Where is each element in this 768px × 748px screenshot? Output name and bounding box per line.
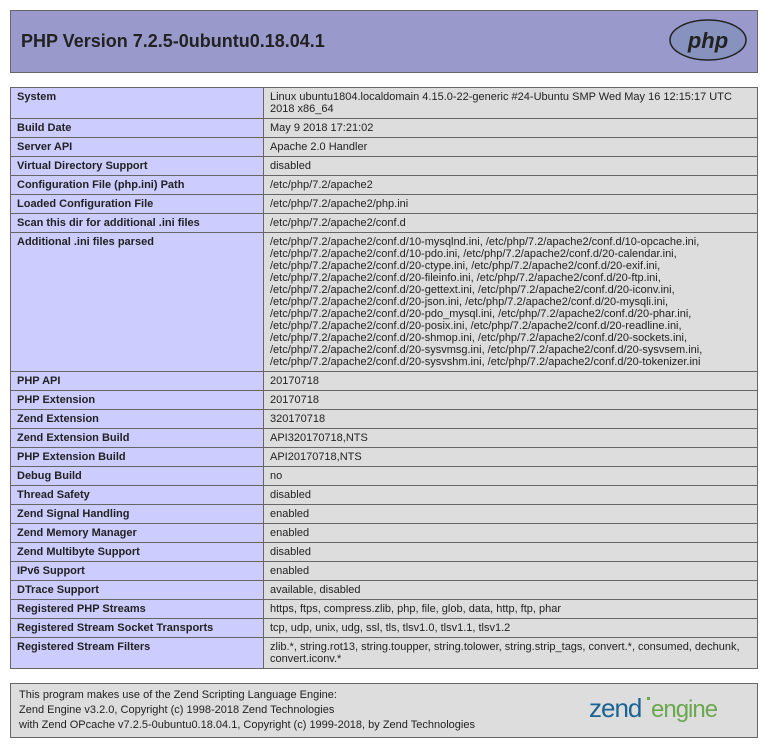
- table-row: Virtual Directory Supportdisabled: [11, 157, 758, 176]
- row-value: available, disabled: [264, 581, 758, 600]
- row-label: PHP Extension: [11, 391, 264, 410]
- zend-footer: This program makes use of the Zend Scrip…: [10, 683, 758, 738]
- row-label: DTrace Support: [11, 581, 264, 600]
- row-value: tcp, udp, unix, udg, ssl, tls, tlsv1.0, …: [264, 619, 758, 638]
- phpinfo-header: PHP Version 7.2.5-0ubuntu0.18.04.1 php: [10, 10, 758, 73]
- row-label: Zend Extension: [11, 410, 264, 429]
- table-row: PHP Extension20170718: [11, 391, 758, 410]
- row-value: Apache 2.0 Handler: [264, 138, 758, 157]
- row-label: Registered PHP Streams: [11, 600, 264, 619]
- row-value: disabled: [264, 486, 758, 505]
- row-label: IPv6 Support: [11, 562, 264, 581]
- svg-text:php: php: [687, 28, 728, 53]
- table-row: Registered Stream Filterszlib.*, string.…: [11, 638, 758, 669]
- row-label: Registered Stream Filters: [11, 638, 264, 669]
- row-value: API20170718,NTS: [264, 448, 758, 467]
- row-label: Debug Build: [11, 467, 264, 486]
- table-row: Thread Safetydisabled: [11, 486, 758, 505]
- table-row: Registered Stream Socket Transportstcp, …: [11, 619, 758, 638]
- row-value: disabled: [264, 157, 758, 176]
- table-row: IPv6 Supportenabled: [11, 562, 758, 581]
- table-row: Registered PHP Streamshttps, ftps, compr…: [11, 600, 758, 619]
- row-value: disabled: [264, 543, 758, 562]
- row-label: Virtual Directory Support: [11, 157, 264, 176]
- row-label: Zend Multibyte Support: [11, 543, 264, 562]
- row-label: Zend Extension Build: [11, 429, 264, 448]
- zend-logo-icon: zend engine: [589, 689, 749, 732]
- row-label: PHP API: [11, 372, 264, 391]
- row-value: /etc/php/7.2/apache2/conf.d/10-mysqlnd.i…: [264, 233, 758, 372]
- row-label: Loaded Configuration File: [11, 195, 264, 214]
- table-row: SystemLinux ubuntu1804.localdomain 4.15.…: [11, 88, 758, 119]
- row-label: Zend Signal Handling: [11, 505, 264, 524]
- table-row: PHP Extension BuildAPI20170718,NTS: [11, 448, 758, 467]
- row-label: Zend Memory Manager: [11, 524, 264, 543]
- table-row: Configuration File (php.ini) Path/etc/ph…: [11, 176, 758, 195]
- row-value: no: [264, 467, 758, 486]
- row-value: 20170718: [264, 372, 758, 391]
- table-row: Zend Extension BuildAPI320170718,NTS: [11, 429, 758, 448]
- table-row: Zend Signal Handlingenabled: [11, 505, 758, 524]
- table-row: Scan this dir for additional .ini files/…: [11, 214, 758, 233]
- php-version-title: PHP Version 7.2.5-0ubuntu0.18.04.1: [21, 31, 325, 52]
- row-label: Build Date: [11, 119, 264, 138]
- phpinfo-table: SystemLinux ubuntu1804.localdomain 4.15.…: [10, 87, 758, 669]
- row-label: Configuration File (php.ini) Path: [11, 176, 264, 195]
- table-row: Loaded Configuration File/etc/php/7.2/ap…: [11, 195, 758, 214]
- table-row: Build DateMay 9 2018 17:21:02: [11, 119, 758, 138]
- row-label: Scan this dir for additional .ini files: [11, 214, 264, 233]
- row-value: enabled: [264, 562, 758, 581]
- table-row: Server APIApache 2.0 Handler: [11, 138, 758, 157]
- row-value: zlib.*, string.rot13, string.toupper, st…: [264, 638, 758, 669]
- row-value: /etc/php/7.2/apache2: [264, 176, 758, 195]
- row-value: API320170718,NTS: [264, 429, 758, 448]
- svg-text:zend: zend: [589, 693, 641, 723]
- table-row: Zend Memory Managerenabled: [11, 524, 758, 543]
- row-value: 320170718: [264, 410, 758, 429]
- row-value: enabled: [264, 524, 758, 543]
- row-label: Additional .ini files parsed: [11, 233, 264, 372]
- svg-text:engine: engine: [651, 696, 718, 723]
- row-label: Server API: [11, 138, 264, 157]
- row-value: /etc/php/7.2/apache2/conf.d: [264, 214, 758, 233]
- table-row: Zend Multibyte Supportdisabled: [11, 543, 758, 562]
- table-row: Zend Extension320170718: [11, 410, 758, 429]
- row-label: System: [11, 88, 264, 119]
- php-logo-icon: php: [669, 19, 747, 64]
- table-row: Debug Buildno: [11, 467, 758, 486]
- phpinfo-table-body: SystemLinux ubuntu1804.localdomain 4.15.…: [11, 88, 758, 669]
- row-value: May 9 2018 17:21:02: [264, 119, 758, 138]
- table-row: Additional .ini files parsed/etc/php/7.2…: [11, 233, 758, 372]
- row-value: /etc/php/7.2/apache2/php.ini: [264, 195, 758, 214]
- zend-footer-text: This program makes use of the Zend Scrip…: [19, 688, 475, 733]
- row-label: PHP Extension Build: [11, 448, 264, 467]
- row-label: Thread Safety: [11, 486, 264, 505]
- table-row: DTrace Supportavailable, disabled: [11, 581, 758, 600]
- row-value: enabled: [264, 505, 758, 524]
- row-label: Registered Stream Socket Transports: [11, 619, 264, 638]
- row-value: Linux ubuntu1804.localdomain 4.15.0-22-g…: [264, 88, 758, 119]
- table-row: PHP API20170718: [11, 372, 758, 391]
- row-value: https, ftps, compress.zlib, php, file, g…: [264, 600, 758, 619]
- row-value: 20170718: [264, 391, 758, 410]
